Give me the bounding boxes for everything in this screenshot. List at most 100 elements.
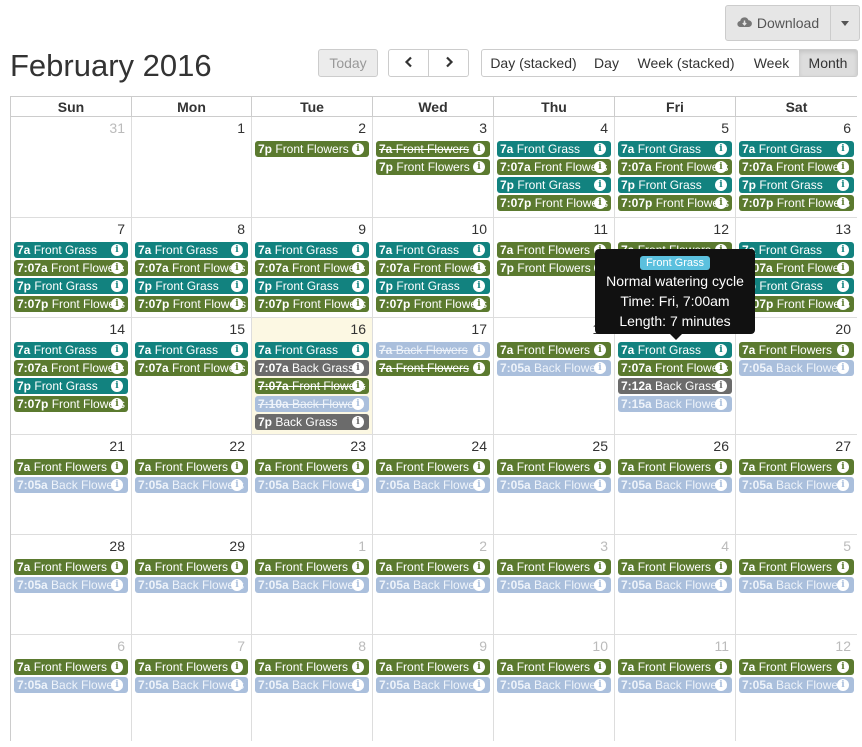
info-icon[interactable]: i: [473, 344, 485, 356]
info-icon[interactable]: i: [594, 161, 606, 173]
day-cell[interactable]: 8 7a Front Grass i 7:07a Front Flowers i 7p F…: [132, 218, 252, 318]
calendar-event[interactable]: 7a Front Grass i: [14, 242, 128, 258]
calendar-event[interactable]: 7:07p Front Flowers i: [255, 296, 369, 312]
calendar-event[interactable]: 7a Front Flowersi: [497, 342, 611, 358]
calendar-event[interactable]: 7a Front Flowersi: [14, 659, 128, 675]
calendar-event[interactable]: 7:07a Front Flowers i: [739, 260, 854, 276]
calendar-event[interactable]: 7a Front Flowersi: [376, 459, 490, 475]
info-icon[interactable]: i: [837, 262, 849, 274]
info-icon[interactable]: i: [111, 398, 123, 410]
info-icon[interactable]: i: [473, 679, 485, 691]
calendar-event[interactable]: 7p Front Grass i: [255, 278, 369, 294]
calendar-event[interactable]: 7a Front Flowersi: [255, 559, 369, 575]
info-icon[interactable]: i: [473, 479, 485, 491]
calendar-event[interactable]: 7a Front Grass i: [739, 141, 854, 157]
info-icon[interactable]: i: [473, 143, 485, 155]
view-month-button[interactable]: Month: [799, 49, 858, 77]
today-button[interactable]: Today: [318, 49, 378, 77]
day-cell[interactable]: 27 7a Front Flowers i 7:05a Back Flowers i: [736, 435, 857, 535]
info-icon[interactable]: i: [352, 479, 364, 491]
calendar-event[interactable]: 7p Front Grass i: [135, 278, 248, 294]
info-icon[interactable]: i: [352, 143, 364, 155]
info-icon[interactable]: i: [594, 344, 606, 356]
calendar-event[interactable]: 7:10a Back Flowers i: [255, 396, 369, 412]
day-cell[interactable]: 25 7a Front Flowers i 7:05a Back Flowers i: [494, 435, 615, 535]
info-icon[interactable]: i: [352, 298, 364, 310]
calendar-event[interactable]: 7a Front Grass i: [618, 141, 732, 157]
info-icon[interactable]: i: [352, 579, 364, 591]
calendar-event[interactable]: 7a Front Flowersi: [739, 459, 854, 475]
info-icon[interactable]: i: [837, 344, 849, 356]
view-week-button[interactable]: Week: [744, 49, 800, 77]
info-icon[interactable]: i: [837, 679, 849, 691]
calendar-event[interactable]: 7:05a Back Flowers i: [497, 360, 611, 376]
info-icon[interactable]: i: [352, 362, 364, 374]
calendar-event[interactable]: 7a Back Flowers i: [376, 342, 490, 358]
info-icon[interactable]: i: [715, 143, 727, 155]
info-icon[interactable]: i: [352, 398, 364, 410]
calendar-event[interactable]: 7a Front Flowersi: [618, 559, 732, 575]
day-cell[interactable]: 12 7a Front Flowers i 7:05a Back Flowers i: [736, 635, 857, 741]
calendar-event[interactable]: 7:05a Back Flowers i: [618, 577, 732, 593]
day-cell[interactable]: 17 7a Back Flowers i 7a Front Flowers i: [373, 318, 494, 435]
calendar-event[interactable]: 7:05a Back Flowers i: [135, 577, 248, 593]
calendar-event[interactable]: 7p Front Flowersi: [255, 141, 369, 157]
info-icon[interactable]: i: [594, 679, 606, 691]
day-cell[interactable]: 187a Front Flowersi7:05a Back Flowersi: [494, 318, 615, 435]
day-cell[interactable]: 10 7a Front Flowers i 7:05a Back Flowers i: [494, 635, 615, 741]
info-icon[interactable]: i: [837, 179, 849, 191]
day-cell[interactable]: 23 7a Front Flowers i 7:05a Back Flowers i: [252, 435, 373, 535]
info-icon[interactable]: i: [594, 179, 606, 191]
calendar-event[interactable]: 7:07p Front Flowers i: [739, 296, 854, 312]
calendar-event[interactable]: 7a Front Flowersi: [376, 360, 490, 376]
calendar-event[interactable]: 7a Front Grass i: [376, 242, 490, 258]
info-icon[interactable]: i: [111, 679, 123, 691]
calendar-event[interactable]: 7p Front Grass i: [618, 177, 732, 193]
info-icon[interactable]: i: [111, 461, 123, 473]
calendar-event[interactable]: 7:05a Back Flowers i: [739, 360, 854, 376]
day-cell[interactable]: 7 7a Front Flowers i 7:05a Back Flowers i: [132, 635, 252, 741]
info-icon[interactable]: i: [231, 280, 243, 292]
info-icon[interactable]: i: [473, 244, 485, 256]
day-cell[interactable]: 24 7a Front Flowers i 7:05a Back Flowers i: [373, 435, 494, 535]
info-icon[interactable]: i: [715, 461, 727, 473]
day-cell[interactable]: 9 7a Front Flowers i 7:05a Back Flowers i: [373, 635, 494, 741]
calendar-event[interactable]: 7a Front Flowersi: [135, 459, 248, 475]
view-day-stacked-button[interactable]: Day (stacked): [481, 49, 586, 77]
info-icon[interactable]: i: [837, 161, 849, 173]
calendar-event[interactable]: 7a Front Flowersi: [497, 559, 611, 575]
info-icon[interactable]: i: [111, 561, 123, 573]
calendar-event[interactable]: 7a Front Grass i: [255, 242, 369, 258]
info-icon[interactable]: i: [837, 143, 849, 155]
calendar-event[interactable]: 7:05a Back Flowers i: [376, 677, 490, 693]
calendar-event[interactable]: 7:12a Back Grass i: [618, 378, 732, 394]
calendar-event[interactable]: 7:05a Back Flowers i: [497, 477, 611, 493]
info-icon[interactable]: i: [837, 244, 849, 256]
calendar-event[interactable]: 7:07p Front Flowers i: [739, 195, 854, 211]
day-cell[interactable]: 7 7a Front Grass i 7:07a Front Flowers i 7p F…: [11, 218, 132, 318]
info-icon[interactable]: i: [594, 661, 606, 673]
day-cell[interactable]: 10 7a Front Grass i 7:07a Front Flowers i 7p …: [373, 218, 494, 318]
calendar-event[interactable]: 7:07p Front Flowers i: [618, 195, 732, 211]
calendar-event[interactable]: 7a Front Flowersi: [739, 559, 854, 575]
calendar-event[interactable]: 7a Front Flowersi: [255, 459, 369, 475]
info-icon[interactable]: i: [111, 579, 123, 591]
calendar-event[interactable]: 7:05a Back Flowers i: [255, 477, 369, 493]
day-cell[interactable]: 11 7a Front Flowers i 7:05a Back Flowers i: [615, 635, 736, 741]
day-cell[interactable]: 6 7a Front Grass i 7:07a Front Flowers i 7p F…: [736, 117, 857, 218]
info-icon[interactable]: i: [231, 561, 243, 573]
day-cell[interactable]: 4 7a Front Grass i 7:07a Front Flowers i 7p F…: [494, 117, 615, 218]
day-cell[interactable]: 21 7a Front Flowers i 7:05a Back Flowers i: [11, 435, 132, 535]
day-cell[interactable]: 2 7p Front Flowers i: [252, 117, 373, 218]
info-icon[interactable]: i: [352, 344, 364, 356]
info-icon[interactable]: i: [473, 362, 485, 374]
info-icon[interactable]: i: [715, 362, 727, 374]
info-icon[interactable]: i: [231, 661, 243, 673]
calendar-event[interactable]: 7:05a Back Flowers i: [376, 577, 490, 593]
calendar-event[interactable]: 7a Front Flowersi: [255, 659, 369, 675]
info-icon[interactable]: i: [837, 479, 849, 491]
info-icon[interactable]: i: [231, 244, 243, 256]
calendar-event[interactable]: 7a Front Grass i: [135, 342, 248, 358]
calendar-event[interactable]: 7a Front Flowersi: [497, 459, 611, 475]
info-icon[interactable]: i: [837, 280, 849, 292]
